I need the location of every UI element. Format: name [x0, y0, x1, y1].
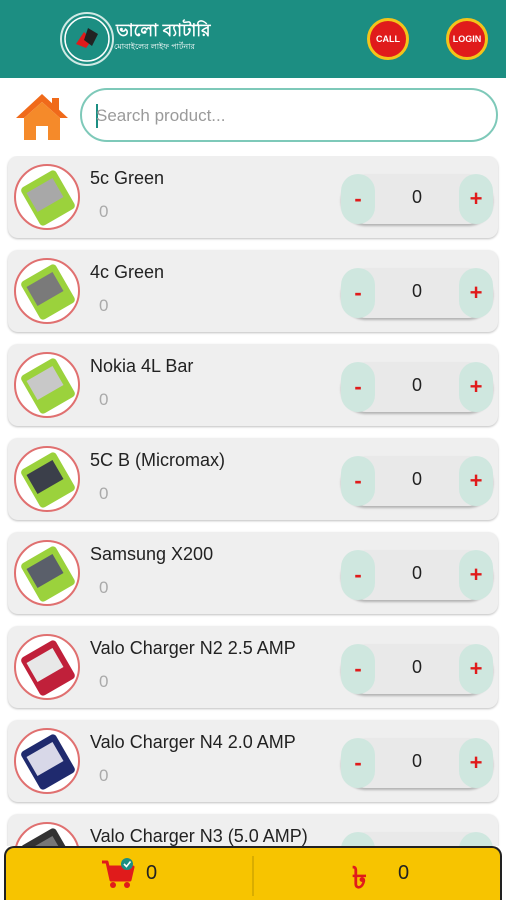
product-card[interactable]: Nokia 4L Bar 0 - 0 +: [8, 344, 498, 426]
quantity-stepper: - 0 +: [341, 268, 493, 318]
divider: [252, 856, 254, 896]
quantity-stepper: - 0 +: [341, 362, 493, 412]
decrease-button[interactable]: -: [341, 456, 375, 506]
search-box: [80, 88, 498, 142]
quantity-stepper: - 0 +: [341, 832, 493, 846]
decrease-button[interactable]: -: [341, 268, 375, 318]
home-icon[interactable]: [14, 90, 70, 144]
brand-subtitle: মোবাইলের লাইফ পার্টনার: [114, 42, 195, 51]
decrease-button[interactable]: -: [341, 174, 375, 224]
product-name: Valo Charger N3 (5.0 AMP): [90, 826, 308, 846]
quantity-value: 0: [411, 751, 422, 771]
search-input[interactable]: [94, 99, 478, 133]
product-card[interactable]: Valo Charger N3 (5.0 AMP) 0 - 0 +: [8, 814, 498, 846]
product-name: Valo Charger N2 2.5 AMP: [90, 638, 296, 658]
cart-total: 0: [398, 862, 410, 884]
product-name: Valo Charger N4 2.0 AMP: [90, 732, 296, 752]
product-price: 0: [99, 202, 109, 221]
quantity-stepper: - 0 +: [341, 644, 493, 694]
quantity-value: 0: [411, 563, 422, 583]
product-name: 5C B (Micromax): [90, 450, 226, 470]
taka-currency-icon: ৳: [352, 862, 367, 895]
product-thumbnail: [14, 446, 80, 512]
cart-summary-bar: 0 ৳ 0: [4, 846, 502, 900]
login-button[interactable]: LOGIN: [446, 18, 488, 60]
decrease-button[interactable]: -: [341, 644, 375, 694]
product-thumbnail: [14, 258, 80, 324]
product-price: 0: [99, 578, 109, 597]
search-row: [0, 84, 506, 148]
increase-button[interactable]: +: [459, 644, 493, 694]
quantity-value: 0: [411, 187, 422, 207]
product-price: 0: [99, 672, 109, 691]
product-card[interactable]: 4c Green 0 - 0 +: [8, 250, 498, 332]
product-name: 4c Green: [90, 262, 165, 282]
quantity-stepper: - 0 +: [341, 174, 493, 224]
product-price: 0: [99, 390, 109, 409]
increase-button[interactable]: +: [459, 738, 493, 788]
product-thumbnail: [14, 540, 80, 606]
quantity-value: 0: [411, 281, 422, 301]
quantity-stepper: - 0 +: [341, 456, 493, 506]
increase-button[interactable]: +: [459, 832, 493, 846]
decrease-button[interactable]: -: [341, 738, 375, 788]
app-header: ভালো ব্যাটারি মোবাইলের লাইফ পার্টনার CAL…: [0, 0, 506, 78]
quantity-value: 0: [411, 375, 422, 395]
decrease-button[interactable]: -: [341, 832, 375, 846]
product-price: 0: [99, 766, 109, 785]
product-card[interactable]: Valo Charger N4 2.0 AMP 0 - 0 +: [8, 720, 498, 802]
product-card[interactable]: Valo Charger N2 2.5 AMP 0 - 0 +: [8, 626, 498, 708]
quantity-stepper: - 0 +: [341, 550, 493, 600]
brand-logo: ভালো ব্যাটারি মোবাইলের লাইফ পার্টনার: [56, 10, 216, 68]
product-card[interactable]: 5C B (Micromax) 0 - 0 +: [8, 438, 498, 520]
product-card[interactable]: 5c Green 0 - 0 +: [8, 156, 498, 238]
quantity-value: 0: [411, 469, 422, 489]
decrease-button[interactable]: -: [341, 550, 375, 600]
product-name: Nokia 4L Bar: [90, 356, 194, 376]
quantity-value: 0: [411, 657, 422, 677]
call-button[interactable]: CALL: [367, 18, 409, 60]
quantity-stepper: - 0 +: [341, 738, 493, 788]
product-thumbnail: [14, 352, 80, 418]
product-card[interactable]: Samsung X200 0 - 0 +: [8, 532, 498, 614]
product-thumbnail: [14, 164, 80, 230]
product-price: 0: [99, 484, 109, 503]
decrease-button[interactable]: -: [341, 362, 375, 412]
product-thumbnail: [14, 822, 80, 846]
battery-logo-icon: [60, 12, 114, 66]
product-name: Samsung X200: [90, 544, 214, 564]
increase-button[interactable]: +: [459, 456, 493, 506]
cart-count[interactable]: 0: [146, 862, 157, 885]
increase-button[interactable]: +: [459, 362, 493, 412]
product-thumbnail: [14, 634, 80, 700]
increase-button[interactable]: +: [459, 268, 493, 318]
product-name: 5c Green: [90, 168, 165, 188]
product-list: 5c Green 0 - 0 + 4c Green 0 - 0 + Nokia …: [0, 156, 506, 846]
product-thumbnail: [14, 728, 80, 794]
cart-icon[interactable]: [100, 858, 136, 890]
increase-button[interactable]: +: [459, 550, 493, 600]
increase-button[interactable]: +: [459, 174, 493, 224]
product-price: 0: [99, 296, 109, 315]
